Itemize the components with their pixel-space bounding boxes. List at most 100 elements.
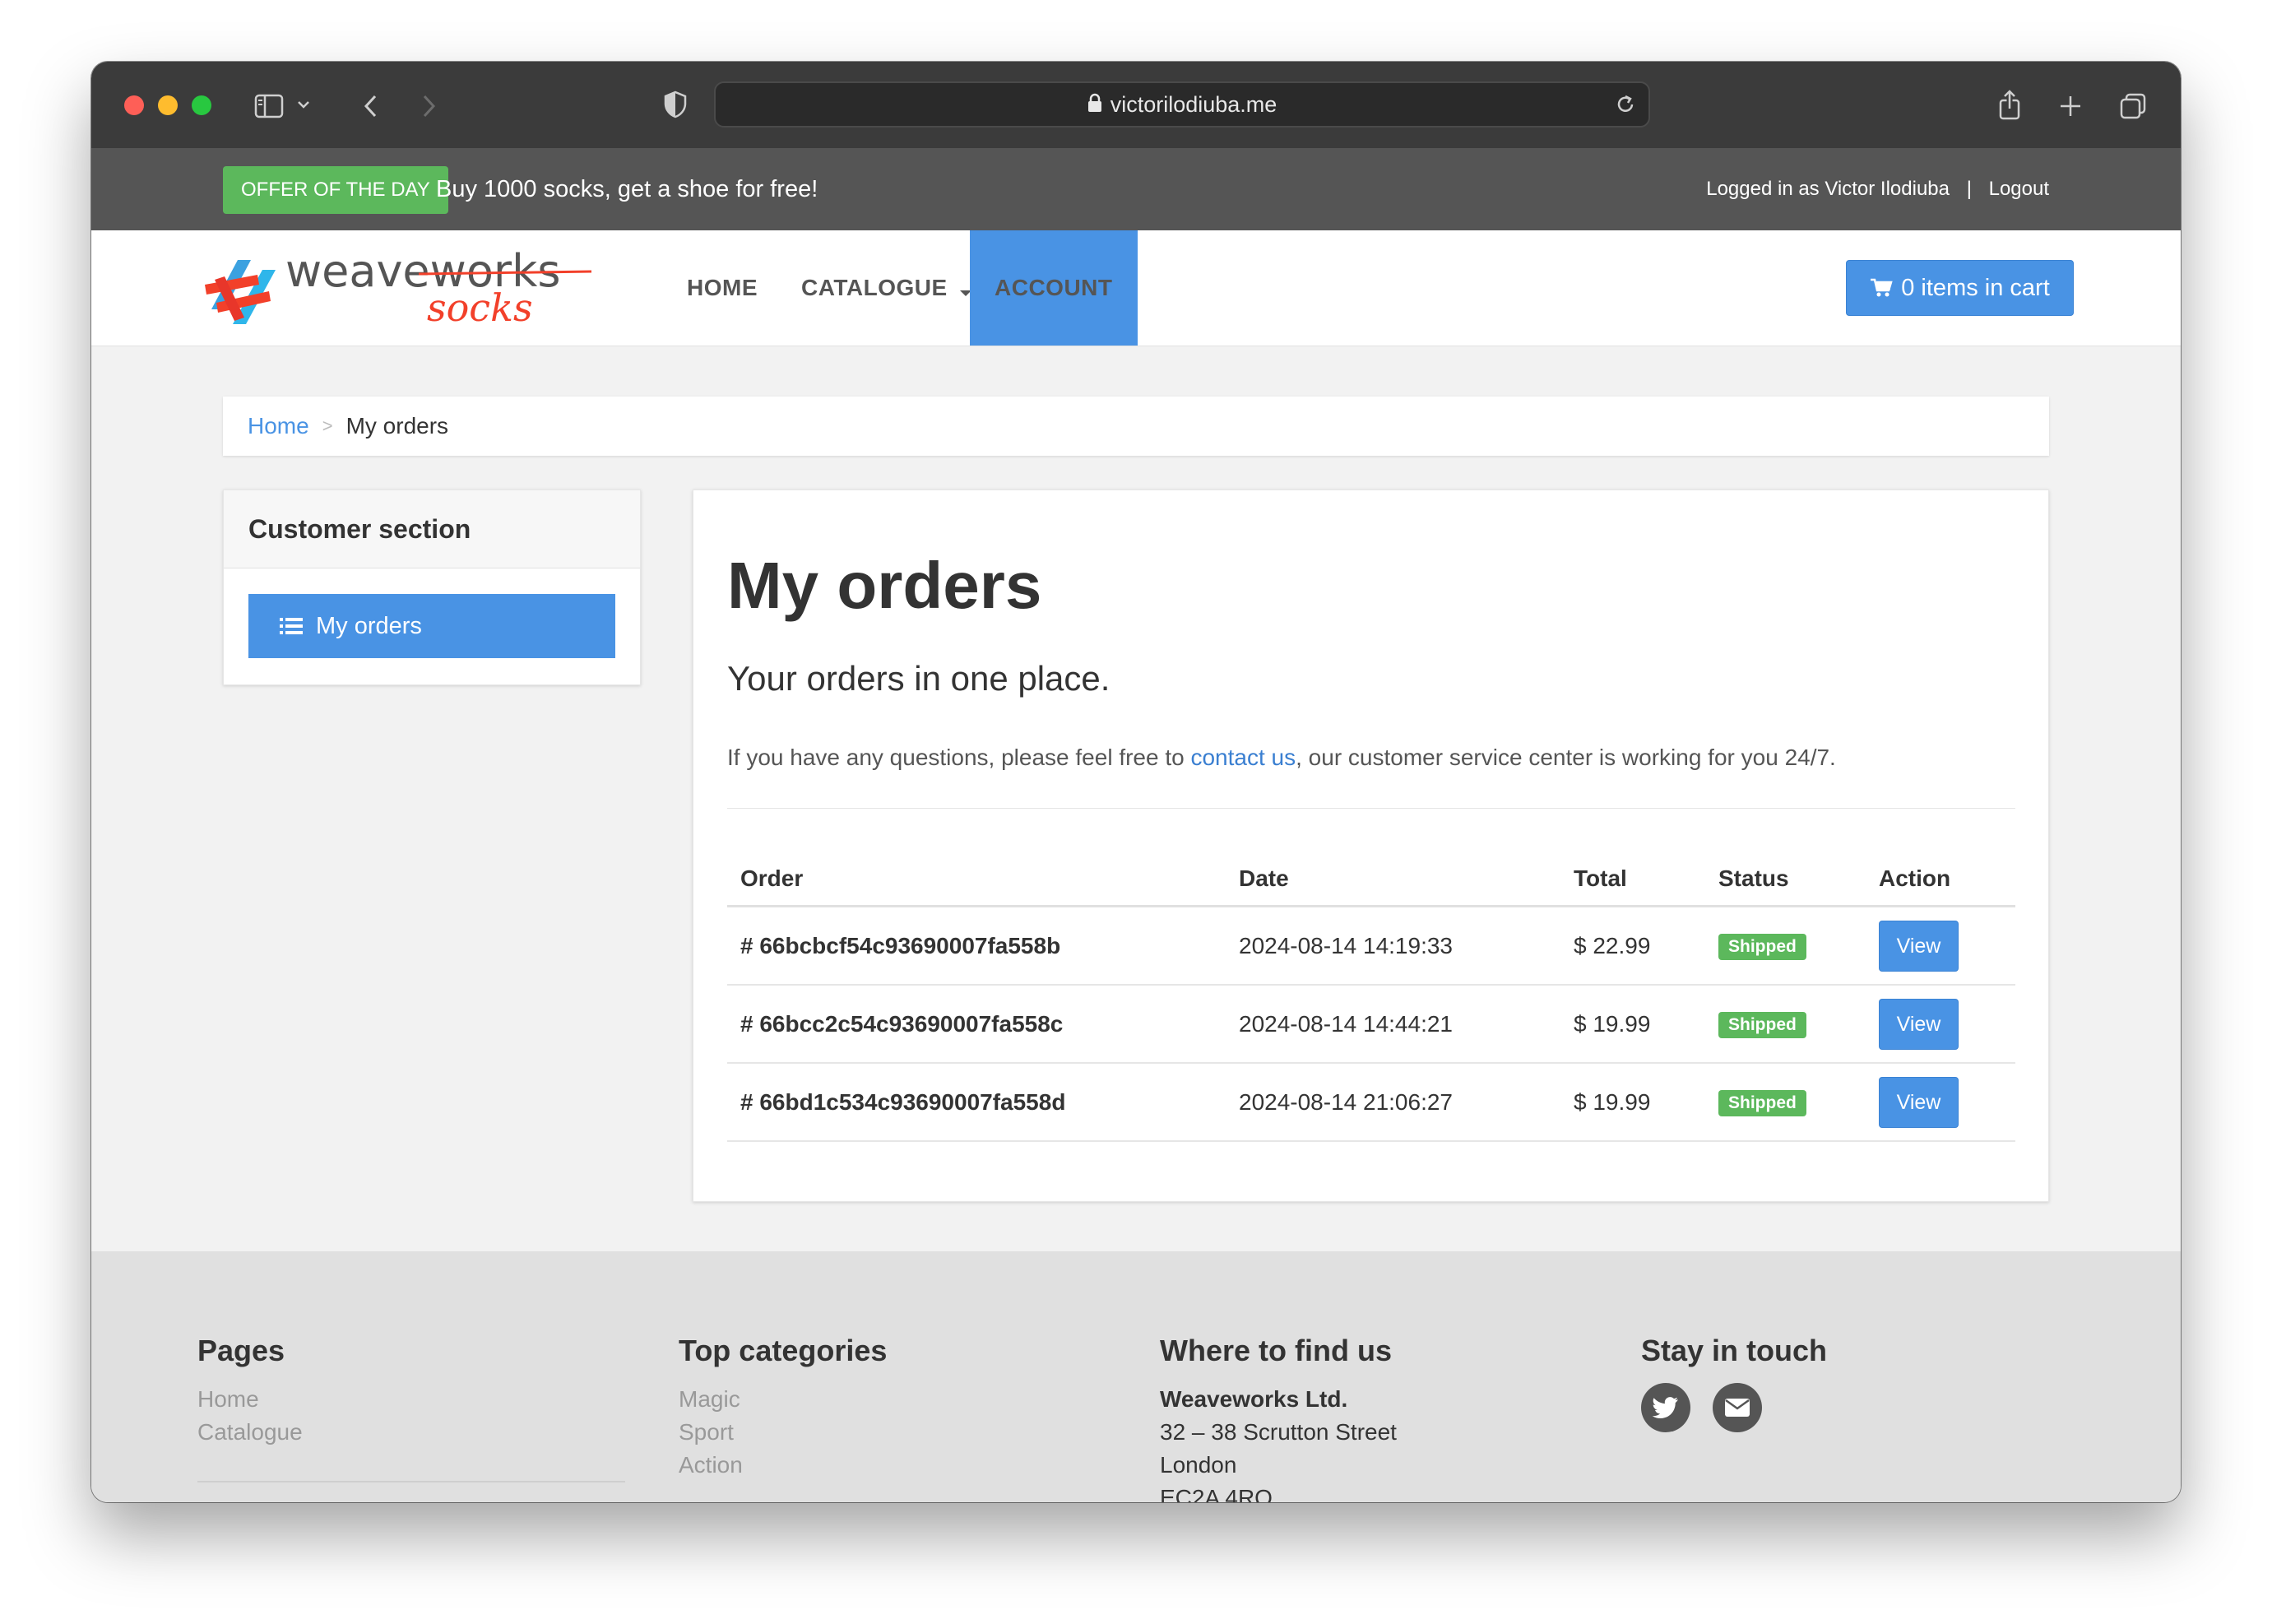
footer-link-sport[interactable]: Sport [679,1416,743,1449]
table-row: # 66bcc2c54c93690007fa558c 2024-08-14 14… [727,985,2015,1064]
cart-label: 0 items in cart [1901,274,2050,301]
column-header-total: Total [1560,852,1705,907]
shopping-cart-icon [1870,277,1893,299]
footer-address-title: Where to find us [1160,1334,1392,1367]
info-text: If you have any questions, please feel f… [727,745,1836,771]
column-header-status: Status [1705,852,1866,907]
cart-button[interactable]: 0 items in cart [1846,260,2074,316]
view-order-button[interactable]: View [1879,920,1959,972]
order-status-cell: Shipped [1705,1063,1866,1142]
share-icon[interactable] [1993,86,2026,123]
customer-section-panel: Customer section My orders [223,490,641,685]
order-date: 2024-08-14 14:44:21 [1226,985,1560,1064]
address-bar[interactable]: victorilodiuba.me [714,81,1650,128]
order-date: 2024-08-14 14:19:33 [1226,906,1560,986]
url-text: victorilodiuba.me [1110,91,1277,117]
minimize-window-button[interactable] [158,95,178,115]
orders-table: Order Date Total Status Action # 66bcbcf… [727,852,2015,1142]
footer-categories-title: Top categories [679,1334,888,1367]
divider [727,808,2015,809]
table-header-row: Order Date Total Status Action [727,852,2015,907]
footer: Pages Home Catalogue Top categories Magi… [91,1251,2181,1502]
order-id: # 66bcbcf54c93690007fa558b [727,906,1226,986]
shield-icon[interactable] [659,88,692,121]
list-icon [280,617,303,635]
separator: | [1966,178,1972,200]
back-icon[interactable] [355,90,387,123]
footer-link-home[interactable]: Home [197,1383,303,1416]
breadcrumb: Home > My orders [223,397,2049,456]
table-row: # 66bcbcf54c93690007fa558b 2024-08-14 14… [727,906,2015,986]
envelope-icon[interactable] [1713,1383,1762,1432]
offer-badge[interactable]: OFFER OF THE DAY [223,166,448,214]
nav-account[interactable]: ACCOUNT [970,230,1138,346]
close-window-button[interactable] [124,95,144,115]
reload-icon[interactable] [1614,93,1637,120]
main-navbar: weaveworks socks HOME CATALOGUE ACCOUNT … [91,230,2181,346]
nav-catalogue[interactable]: CATALOGUE [801,230,972,346]
info-text-before: If you have any questions, please feel f… [727,745,1191,770]
logged-in-text: Logged in as Victor Ilodiuba [1706,178,1950,200]
page-lead: Your orders in one place. [727,659,1110,698]
table-row: # 66bd1c534c93690007fa558d 2024-08-14 21… [727,1063,2015,1142]
order-total: $ 19.99 [1560,985,1705,1064]
breadcrumb-home[interactable]: Home [248,413,309,439]
status-badge: Shipped [1718,1012,1806,1038]
nav-home[interactable]: HOME [687,230,758,346]
order-total: $ 22.99 [1560,906,1705,986]
sidebar-toggle-icon[interactable] [253,90,285,123]
contact-us-link[interactable]: contact us [1190,745,1296,770]
status-badge: Shipped [1718,1090,1806,1116]
lock-icon [1087,93,1102,117]
address-line: London [1160,1452,1237,1478]
order-action-cell: View [1866,906,2015,986]
breadcrumb-current: My orders [345,413,449,438]
view-order-button[interactable]: View [1879,998,1959,1050]
order-action-cell: View [1866,985,2015,1064]
footer-link-action[interactable]: Action [679,1449,743,1482]
breadcrumb-separator: > [322,415,333,436]
chevron-down-icon[interactable] [294,95,313,114]
column-header-date: Date [1226,852,1560,907]
svg-text:socks: socks [427,285,533,330]
maximize-window-button[interactable] [192,95,211,115]
order-action-cell: View [1866,1063,2015,1142]
company-name: Weaveworks Ltd. [1160,1386,1348,1412]
new-tab-icon[interactable] [2054,90,2087,123]
account-links: Logged in as Victor Ilodiuba | Logout [1706,148,2049,230]
footer-address-lines: Weaveworks Ltd. 32 – 38 Scrutton Street … [1160,1383,1397,1502]
footer-link-catalogue[interactable]: Catalogue [197,1416,303,1449]
footer-pages-links: Home Catalogue [197,1383,303,1449]
order-status-cell: Shipped [1705,985,1866,1064]
order-id: # 66bd1c534c93690007fa558d [727,1063,1226,1142]
address-line: 32 – 38 Scrutton Street [1160,1419,1397,1445]
twitter-icon[interactable] [1641,1383,1690,1432]
order-total: $ 19.99 [1560,1063,1705,1142]
footer-divider [197,1481,625,1482]
footer-link-magic[interactable]: Magic [679,1383,743,1416]
footer-pages-title: Pages [197,1334,285,1367]
column-header-order: Order [727,852,1226,907]
footer-social-title: Stay in touch [1641,1334,1828,1367]
tabs-overview-icon[interactable] [2115,88,2151,124]
browser-toolbar: victorilodiuba.me [91,62,2181,149]
weaveworks-socks-logo[interactable]: weaveworks socks [197,245,592,331]
footer-categories-links: Magic Sport Action [679,1383,743,1482]
customer-section-title: Customer section [224,490,640,568]
info-text-after: , our customer service center is working… [1296,745,1836,770]
orders-content-panel: My orders Your orders in one place. If y… [693,490,2049,1202]
browser-window: victorilodiuba.me OFFER OF THE DAY Buy 1… [91,62,2181,1502]
offer-bar: OFFER OF THE DAY Buy 1000 socks, get a s… [91,148,2181,230]
status-badge: Shipped [1718,934,1806,960]
view-order-button[interactable]: View [1879,1076,1959,1128]
order-date: 2024-08-14 21:06:27 [1226,1063,1560,1142]
order-status-cell: Shipped [1705,906,1866,986]
address-line: EC2A 4RQ [1160,1485,1273,1502]
column-header-action: Action [1866,852,2015,907]
logout-link[interactable]: Logout [1989,148,2049,230]
sidebar-item-my-orders[interactable]: My orders [248,594,615,658]
sidebar-item-label: My orders [316,612,422,639]
forward-icon[interactable] [412,90,445,123]
offer-text: Buy 1000 socks, get a shoe for free! [436,176,818,202]
order-id: # 66bcc2c54c93690007fa558c [727,985,1226,1064]
